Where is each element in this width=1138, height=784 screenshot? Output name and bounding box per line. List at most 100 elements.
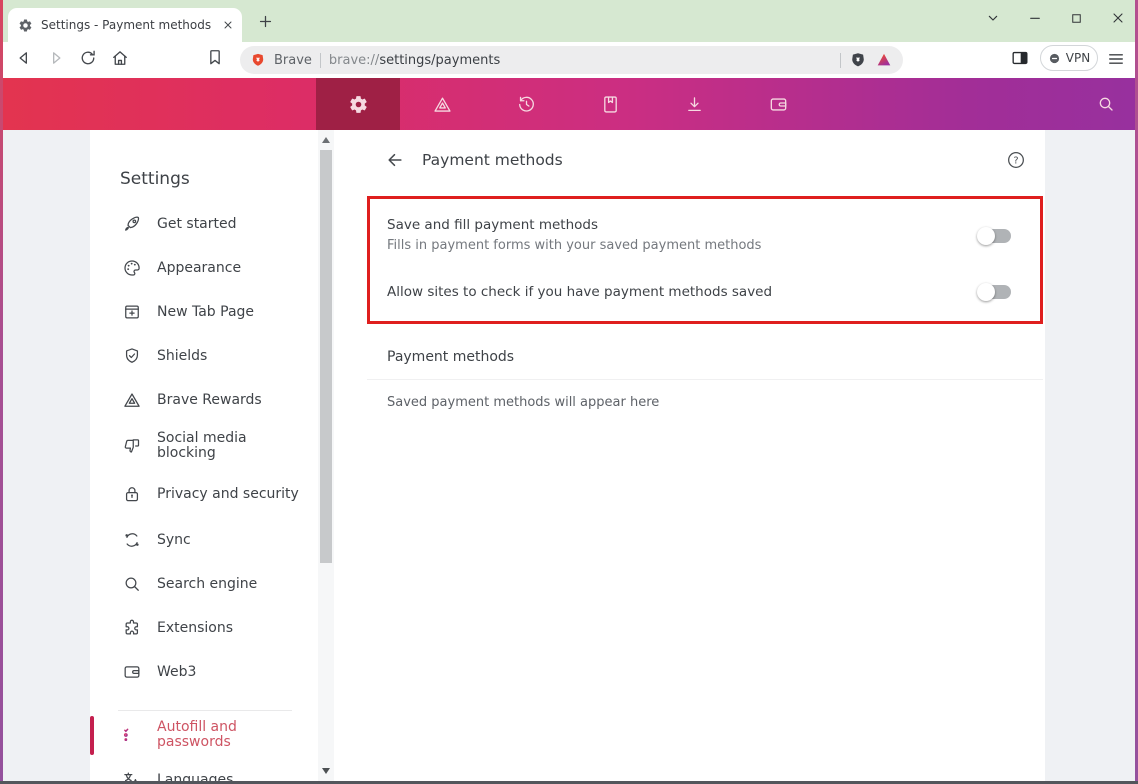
triangle-icon [122, 390, 142, 410]
scrollbar-down-arrow-icon[interactable] [322, 768, 330, 774]
section-divider [367, 379, 1043, 380]
url-text: brave://settings/payments [329, 53, 500, 68]
sidebar-item-autofill-and-passwords[interactable]: Autofill and passwords [122, 718, 299, 752]
toolbar-history-button[interactable] [484, 78, 568, 130]
thumbs-down-icon [122, 436, 142, 456]
address-divider [320, 53, 321, 68]
vpn-button[interactable]: VPN [1040, 45, 1098, 71]
svg-text:?: ? [1013, 156, 1018, 167]
wallet-icon [122, 662, 142, 682]
highlight-rectangle [367, 196, 1043, 324]
sidebar-item-label: Shields [157, 348, 207, 364]
toggle-knob [977, 227, 995, 245]
scrollbar-thumb[interactable] [320, 150, 332, 563]
sidebar-item-label: Appearance [157, 260, 241, 276]
sidebar-item-sync[interactable]: Sync [122, 526, 191, 554]
new-tab-button-icon[interactable] [257, 13, 274, 30]
sidebar-item-label: Sync [157, 532, 191, 548]
address-bar[interactable]: Brave brave://settings/payments [240, 46, 903, 74]
sidebar-item-new-tab-page[interactable]: New Tab Page [122, 298, 254, 326]
wallet-icon [768, 94, 789, 115]
window-frame-left [0, 0, 3, 784]
tab-title: Settings - Payment methods [41, 18, 214, 32]
forward-icon[interactable] [46, 48, 66, 68]
bookmark-icon[interactable] [205, 47, 225, 67]
triangle-icon [432, 94, 453, 115]
sidebar-separator [118, 710, 292, 711]
browser-window: Settings - Payment methods Brave brave:/… [0, 0, 1138, 784]
back-icon[interactable] [14, 48, 34, 68]
checklist-icon [122, 725, 142, 745]
page-title: Payment methods [422, 151, 563, 169]
tab-search-chevron-icon[interactable] [985, 10, 1001, 26]
toolbar-settings-button[interactable] [316, 78, 400, 130]
download-icon [684, 94, 705, 115]
bookmarks-book-icon [600, 94, 621, 115]
brave-rewards-lion-icon[interactable] [875, 51, 893, 69]
new-tab-icon [122, 302, 142, 322]
address-divider-right [840, 53, 841, 68]
selected-item-indicator [90, 716, 94, 755]
help-icon[interactable]: ? [1006, 150, 1026, 170]
sidebar-item-label: Social media blocking [157, 431, 299, 461]
sidebar-item-label: Privacy and security [157, 487, 299, 502]
close-window-icon[interactable] [1110, 10, 1126, 26]
sidebar-item-label: Web3 [157, 664, 196, 680]
url-scheme: brave:// [329, 53, 379, 68]
back-arrow-icon[interactable] [385, 150, 405, 170]
history-icon [516, 94, 537, 115]
gear-icon [348, 94, 369, 115]
site-label: Brave [274, 53, 312, 68]
toggle-row-label: Save and fill payment methods [387, 217, 598, 233]
toolbar-wallet-button[interactable] [736, 78, 820, 130]
maximize-icon[interactable] [1069, 11, 1084, 26]
toolbar-downloads-button[interactable] [652, 78, 736, 130]
toggle-row-label: Allow sites to check if you have payment… [387, 284, 772, 300]
toolbar-bookmarks-button[interactable] [568, 78, 652, 130]
sidebar-item-social-media-blocking[interactable]: Social media blocking [122, 429, 299, 463]
sidebar-item-extensions[interactable]: Extensions [122, 614, 233, 642]
section-title: Payment methods [387, 349, 514, 365]
sidebar-title: Settings [120, 169, 190, 189]
toggle-row-sublabel: Fills in payment forms with your saved p… [387, 238, 761, 253]
magnifier-icon [122, 574, 142, 594]
sidebar-item-label: New Tab Page [157, 304, 254, 320]
url-path: settings/payments [379, 53, 500, 68]
reload-icon[interactable] [78, 48, 98, 68]
sidebar-item-label: Search engine [157, 576, 257, 592]
browser-tab[interactable]: Settings - Payment methods [8, 8, 242, 42]
scrollbar-up-arrow-icon[interactable] [322, 137, 330, 143]
empty-state-text: Saved payment methods will appear here [387, 395, 659, 410]
sidebar-item-label: Get started [157, 216, 237, 232]
sidebar-item-label: Brave Rewards [157, 392, 262, 408]
shields-badge-icon[interactable] [849, 51, 867, 69]
vpn-status-icon [1048, 52, 1061, 65]
sidebar-item-label: Extensions [157, 620, 233, 636]
puzzle-icon [122, 618, 142, 638]
save-and-fill-toggle[interactable] [979, 229, 1011, 243]
settings-search-icon[interactable] [1096, 94, 1116, 114]
sidebar-panel-icon[interactable] [1010, 48, 1030, 68]
minimize-icon[interactable] [1027, 10, 1043, 26]
allow-sites-check-toggle[interactable] [979, 285, 1011, 299]
shield-check-icon [122, 346, 142, 366]
home-icon[interactable] [110, 48, 130, 68]
window-controls [985, 6, 1126, 30]
sidebar-item-search-engine[interactable]: Search engine [122, 570, 257, 598]
sidebar-item-appearance[interactable]: Appearance [122, 254, 241, 282]
toggle-knob [977, 283, 995, 301]
brave-shield-icon[interactable] [250, 52, 266, 68]
lock-icon [122, 484, 142, 504]
menu-hamburger-icon[interactable] [1106, 49, 1126, 69]
tab-close-icon[interactable] [222, 19, 234, 31]
sidebar-item-privacy-and-security[interactable]: Privacy and security [122, 477, 299, 511]
sidebar-item-web3[interactable]: Web3 [122, 658, 196, 686]
sidebar-item-label: Autofill and passwords [157, 720, 299, 750]
sidebar-item-shields[interactable]: Shields [122, 342, 207, 370]
vpn-label: VPN [1066, 51, 1090, 65]
sidebar-item-brave-rewards[interactable]: Brave Rewards [122, 386, 262, 414]
rocket-icon [122, 214, 142, 234]
sidebar-item-get-started[interactable]: Get started [122, 210, 237, 238]
tab-strip: Settings - Payment methods [0, 0, 1138, 42]
toolbar-rewards-button[interactable] [400, 78, 484, 130]
